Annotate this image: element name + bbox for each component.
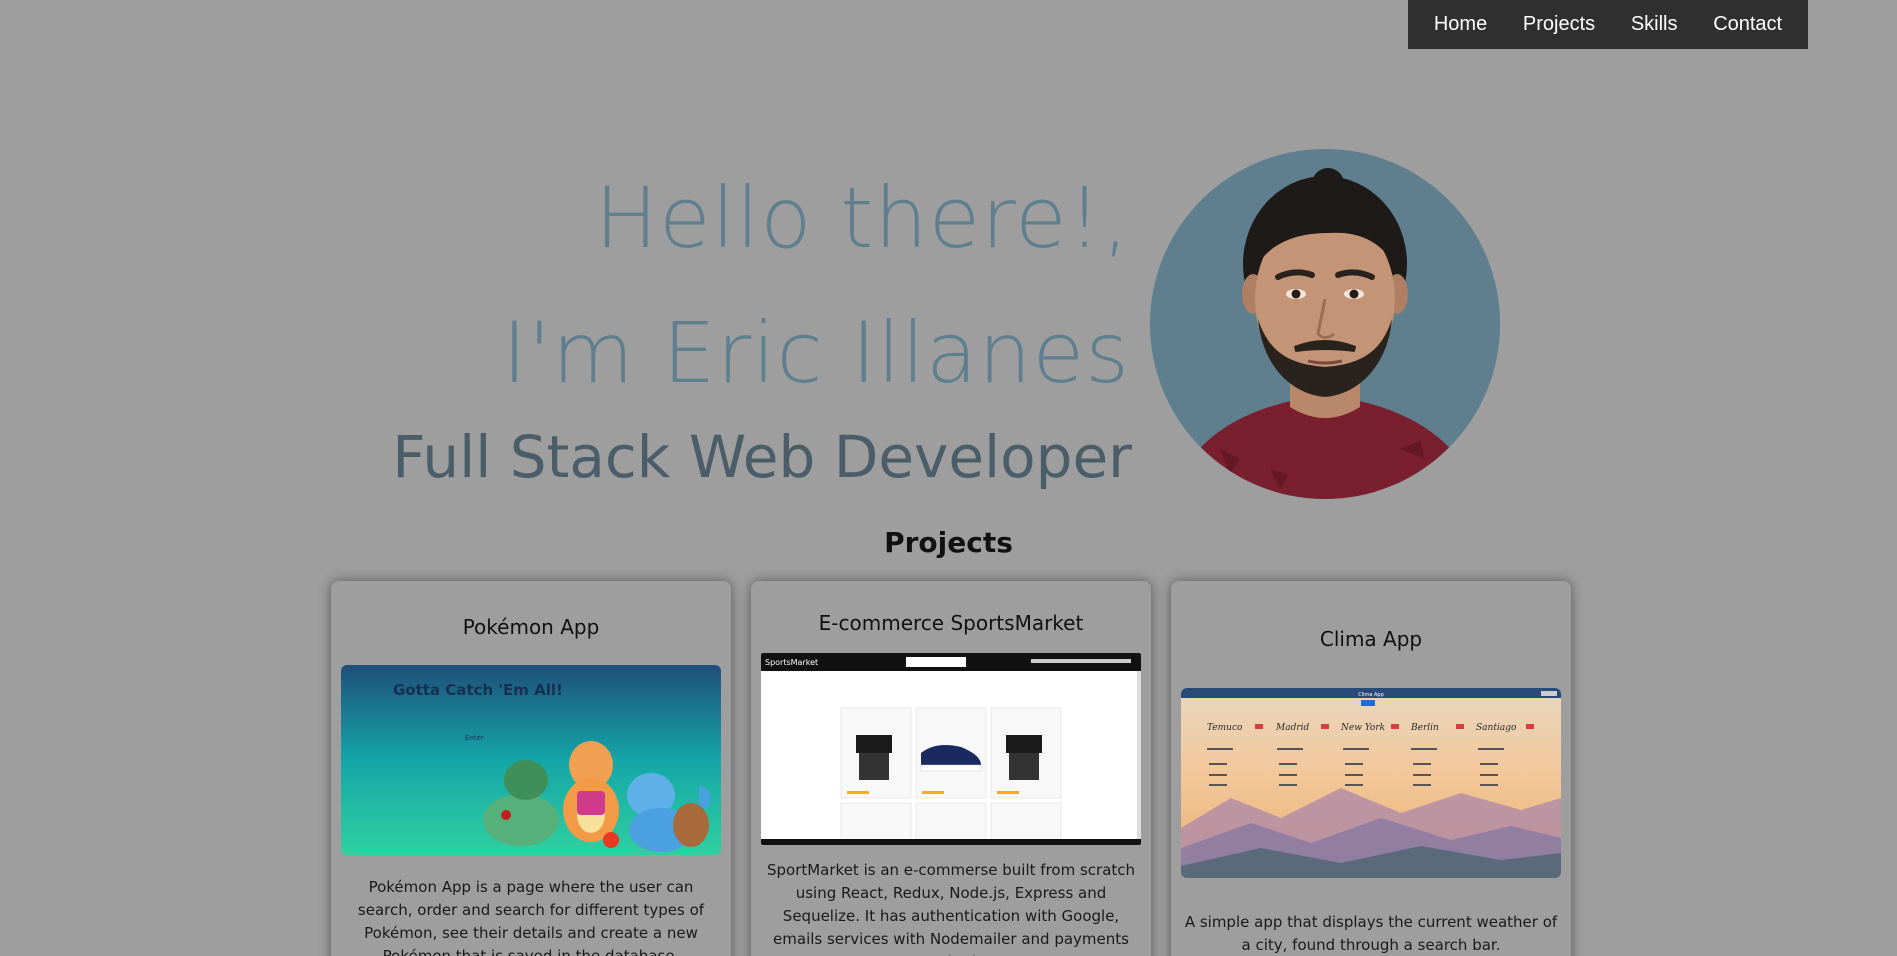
nav-projects-link[interactable]: Projects [1523, 13, 1595, 36]
project-card-title: Clima App [1319, 627, 1423, 651]
project-card-description: Pokémon App is a page where the user can… [357, 878, 705, 956]
nav-home-link[interactable]: Home [1434, 13, 1487, 36]
hero-greeting: Hello there!, [594, 169, 1130, 267]
navbar: Home Projects Skills Contact [1408, 0, 1808, 49]
clima-city-5: Santiago [1476, 723, 1517, 733]
nav-contact-link[interactable]: Contact [1713, 13, 1782, 36]
profile-photo-icon [1150, 149, 1500, 499]
page: Home Projects Skills Contact Hello there… [0, 0, 1897, 956]
sportsmarket-image-brand: SportsMarket [765, 658, 818, 667]
clima-city-2: Madrid [1275, 723, 1310, 733]
avatar [1150, 149, 1500, 499]
project-card-title: E-commerce SportsMarket [818, 611, 1084, 635]
projects-heading: Projects [884, 526, 1013, 559]
nav-skills-link[interactable]: Skills [1631, 13, 1678, 36]
project-card-pokemon[interactable]: Pokémon App Gotta Catch 'Em All! Enter P… [331, 581, 731, 956]
hero-subtitle: Full Stack Web Developer [392, 423, 1132, 491]
hero-name: I'm Eric Illanes [502, 304, 1130, 402]
project-screenshot-sportsmarket[interactable]: SportsMarket [761, 653, 1141, 845]
project-screenshot-pokemon[interactable]: Gotta Catch 'Em All! Enter [341, 665, 721, 855]
project-card-title: Pokémon App [462, 615, 600, 639]
project-card-description: SportMarket is an e-commerse built from … [766, 861, 1136, 956]
clima-city-3: New York [1340, 723, 1385, 733]
project-card-sportsmarket[interactable]: E-commerce SportsMarket SportsMarket Spo… [751, 581, 1151, 956]
project-screenshot-clima[interactable]: Clima App Temuco Madrid New York Berlin … [1181, 688, 1561, 878]
clima-city-1: Temuco [1207, 723, 1243, 733]
project-card-clima[interactable]: Clima App Clima App Temuco Madrid New Yo… [1171, 581, 1571, 956]
project-card-description: A simple app that displays the current w… [1184, 913, 1558, 954]
pokemon-image-tagline: Gotta Catch 'Em All! [393, 681, 563, 699]
clima-city-4: Berlin [1410, 723, 1439, 733]
pokemon-image-enter: Enter [465, 734, 484, 742]
clima-image-header: Clima App [1358, 692, 1384, 698]
